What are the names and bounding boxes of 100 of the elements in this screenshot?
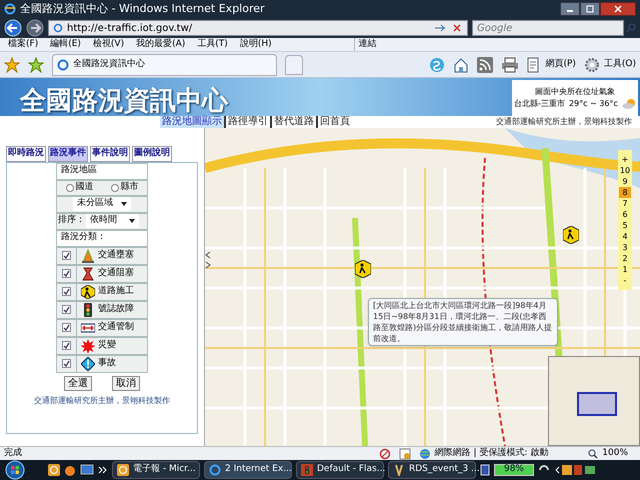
- stop-icon[interactable]: [451, 22, 463, 34]
- address-field[interactable]: http://e-traffic.iot.gov.tw/: [48, 20, 468, 36]
- checkbox[interactable]: [62, 323, 71, 332]
- battery-meter: 98%: [494, 464, 534, 476]
- checkbox[interactable]: [62, 359, 71, 368]
- protected-mode-icon[interactable]: [398, 448, 411, 460]
- taskbar-button[interactable]: Default - Flas...: [296, 461, 384, 479]
- road-work-icon: [81, 284, 95, 298]
- tools-menu-button[interactable]: 工具(O): [584, 56, 636, 72]
- panel-button[interactable]: 全選: [64, 376, 92, 390]
- panel-button[interactable]: 取消: [112, 376, 140, 390]
- caret-icon: [129, 219, 135, 223]
- back-icon[interactable]: [4, 19, 22, 37]
- checkbox[interactable]: [62, 269, 71, 278]
- add-favorite-icon[interactable]: [28, 56, 44, 72]
- zoom-level[interactable]: 8: [619, 187, 631, 198]
- feed-icon[interactable]: [477, 56, 494, 72]
- chevron-icon[interactable]: [98, 465, 108, 475]
- traffic-light-icon: [301, 464, 313, 476]
- radio-label: 縣市: [120, 180, 138, 194]
- road-work-marker-icon[interactable]: [355, 260, 371, 278]
- app-icon[interactable]: [64, 464, 76, 476]
- links-label[interactable]: 連結: [354, 38, 377, 52]
- zoom-level[interactable]: 3: [619, 242, 631, 253]
- checkbox[interactable]: [62, 251, 71, 260]
- checkmark-icon: [63, 342, 70, 349]
- region-dropdown[interactable]: 未分區域: [73, 197, 131, 211]
- category-name: 災變: [98, 338, 116, 352]
- radio-button[interactable]: [110, 184, 118, 192]
- clock-app-icon[interactable]: [48, 464, 60, 476]
- checkmark-icon: [63, 288, 70, 295]
- printer-icon[interactable]: [501, 56, 520, 72]
- site-title: 全國路況資訊中心: [20, 86, 228, 116]
- minimize-button[interactable]: [560, 2, 580, 16]
- menu-item[interactable]: 檔案(F): [8, 38, 38, 52]
- category-label: 路況分類：: [61, 231, 106, 244]
- checkbox[interactable]: [62, 305, 71, 314]
- zoom-level[interactable]: 9: [619, 176, 631, 187]
- panel-tab[interactable]: 圖例說明: [132, 146, 172, 162]
- zoom-level[interactable]: 5: [619, 220, 631, 231]
- menu-item[interactable]: 工具(T): [197, 38, 228, 52]
- close-button[interactable]: [600, 2, 636, 16]
- menu-item[interactable]: 編輯(E): [50, 38, 81, 52]
- traffic-control-icon: [81, 320, 95, 334]
- taskbar-button[interactable]: 電子報 - Micr...: [112, 461, 200, 479]
- temperature-range: 29°c ~ 36°c: [568, 98, 618, 110]
- sort-label: 排序：: [58, 214, 85, 228]
- checkmark-icon: [63, 324, 70, 331]
- menu-item[interactable]: 說明(H): [240, 38, 272, 52]
- overview-map[interactable]: [548, 356, 640, 446]
- area-label: 路況地區: [61, 164, 97, 178]
- browser-tab[interactable]: 全國路況資訊中心: [52, 54, 277, 76]
- traffic-jam-icon: [81, 266, 95, 280]
- zoom-level[interactable]: 7: [619, 198, 631, 209]
- radio-button[interactable]: [66, 184, 74, 192]
- category-name: 道路施工: [98, 284, 134, 298]
- maximize-icon: [586, 5, 594, 13]
- collapse-arrows-icon[interactable]: [205, 250, 211, 270]
- browser-logo-icon: [209, 464, 221, 476]
- zoom-level[interactable]: 4: [619, 231, 631, 242]
- page-icon: [527, 56, 542, 72]
- maximize-button[interactable]: [580, 2, 600, 16]
- home-icon[interactable]: [453, 56, 470, 72]
- menu-item[interactable]: 我的最愛(A): [136, 38, 186, 52]
- zoom-level[interactable]: 10: [619, 165, 631, 176]
- checkbox[interactable]: [62, 341, 71, 350]
- panel-tab[interactable]: 即時路況: [6, 146, 46, 162]
- zoom-out-button[interactable]: -: [624, 275, 626, 286]
- view-rectangle[interactable]: [577, 392, 617, 416]
- close-icon: [614, 5, 622, 13]
- forward-icon[interactable]: [26, 19, 44, 37]
- blocked-icon[interactable]: [378, 448, 391, 460]
- weather-location: 台北縣-三重市: [514, 98, 565, 110]
- zoom-level[interactable]: 2: [619, 253, 631, 264]
- magnifier-icon: [588, 448, 598, 458]
- tray-icons-drawing[interactable]: [554, 464, 598, 476]
- search-field[interactable]: Google: [472, 20, 624, 36]
- nav-link[interactable]: 路況地圖顯示: [160, 116, 224, 128]
- checkmark-icon: [63, 270, 70, 277]
- refresh-icon[interactable]: [433, 22, 447, 34]
- status-text: 完成: [4, 446, 23, 460]
- favorites-star-icon[interactable]: [4, 56, 20, 72]
- panel-tab[interactable]: 路況事件: [48, 146, 88, 162]
- panel-tab[interactable]: 事件說明: [90, 146, 130, 162]
- sort-dropdown[interactable]: 依時間: [86, 214, 139, 228]
- zoom-level[interactable]: 1: [619, 264, 631, 275]
- zoom-level[interactable]: 6: [619, 209, 631, 220]
- zoom-in-button[interactable]: +: [622, 154, 628, 165]
- checkbox[interactable]: [62, 287, 71, 296]
- road-work-marker-icon[interactable]: [563, 226, 579, 244]
- page-menu-button[interactable]: 網頁(P): [527, 56, 576, 72]
- desktop-icon[interactable]: [80, 464, 94, 476]
- accident-icon: [81, 356, 95, 370]
- menu-item[interactable]: 檢視(V): [92, 38, 124, 52]
- phone-app-icon[interactable]: [429, 56, 446, 72]
- start-button-icon[interactable]: [4, 460, 26, 480]
- category-name: 交通阻塞: [98, 266, 134, 280]
- page-zoom-button[interactable]: 100%: [588, 446, 628, 460]
- taskbar-button[interactable]: 2 Internet Ex...: [204, 461, 292, 479]
- checkmark-icon: [63, 360, 70, 367]
